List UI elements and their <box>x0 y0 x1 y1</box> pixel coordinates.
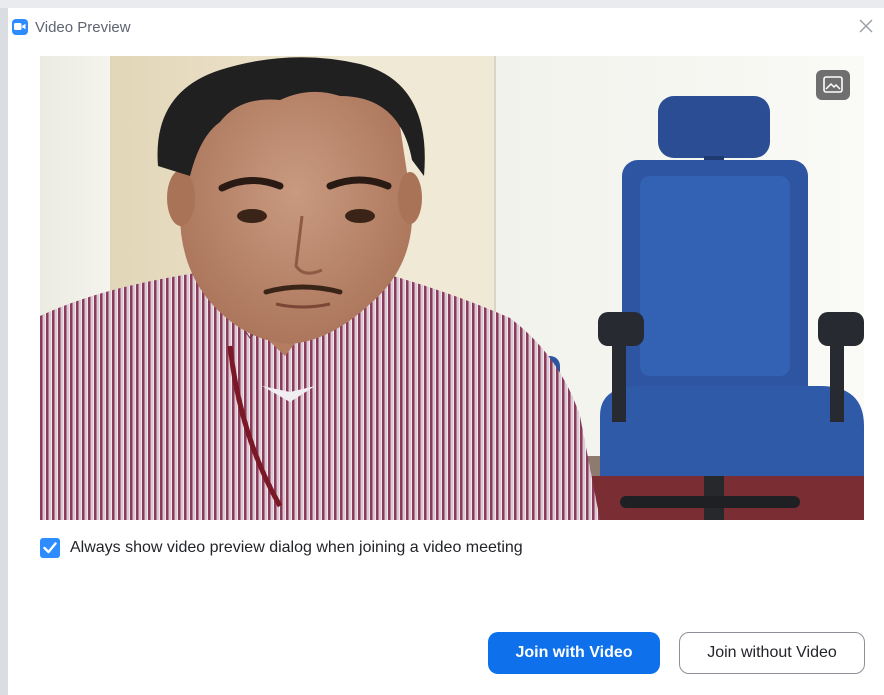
camera-feed-image <box>40 56 864 520</box>
join-with-video-button[interactable]: Join with Video <box>488 632 660 674</box>
join-without-video-button[interactable]: Join without Video <box>679 632 865 674</box>
camera-video-preview <box>40 56 864 520</box>
window-title: Video Preview <box>35 18 131 36</box>
virtual-background-icon[interactable] <box>816 70 850 100</box>
always-show-preview-checkbox[interactable] <box>40 538 60 558</box>
title-bar: Video Preview <box>12 16 131 38</box>
preview-option-row: Always show video preview dialog when jo… <box>40 538 523 558</box>
window-edge <box>0 8 8 695</box>
always-show-preview-label[interactable]: Always show video preview dialog when jo… <box>70 539 523 557</box>
close-icon[interactable] <box>856 16 876 36</box>
zoom-camera-icon <box>12 19 28 35</box>
